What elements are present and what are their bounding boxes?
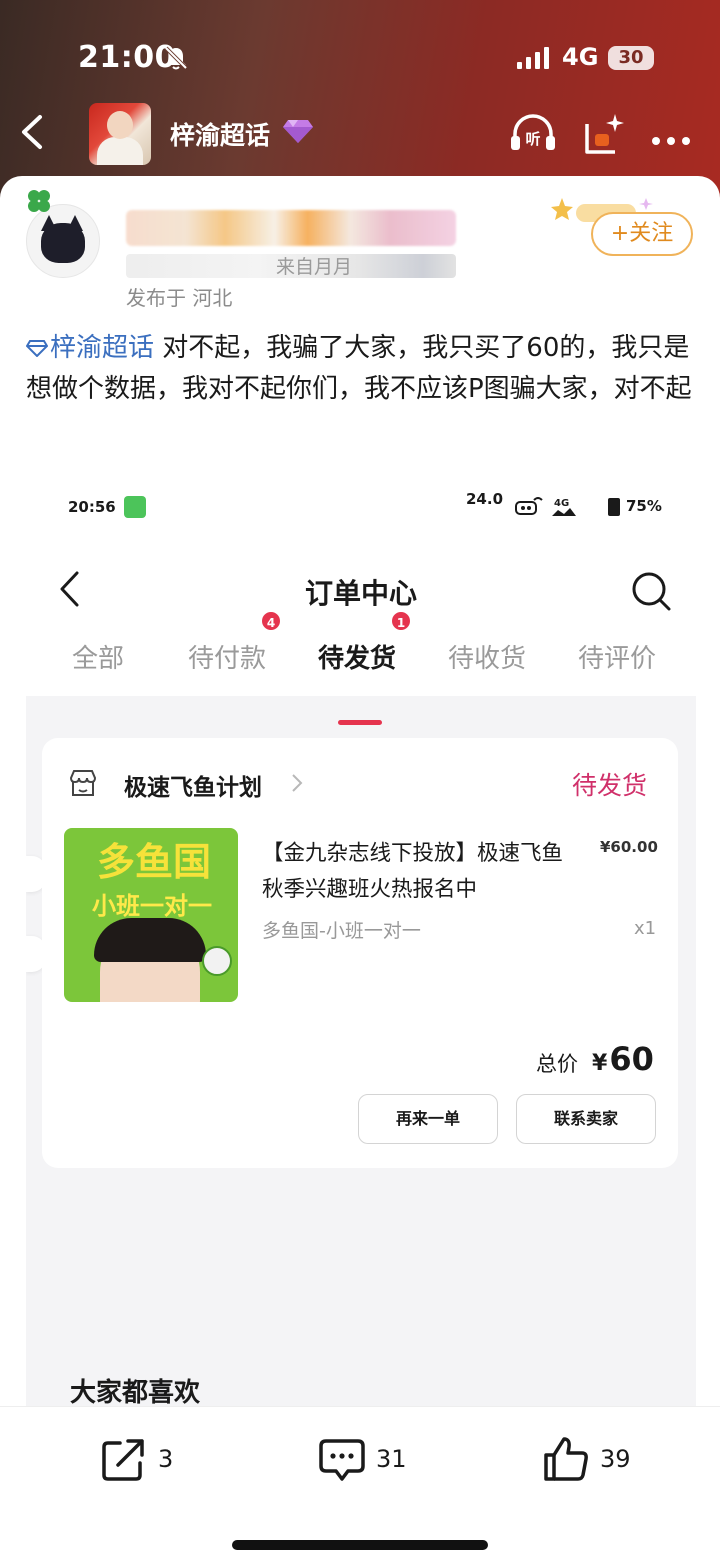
svg-text:4G: 4G (554, 498, 569, 509)
screenshot-title: 订单中心 (304, 577, 417, 610)
product-price: ¥60.00 (600, 838, 658, 856)
screenshot-status-time: 20:56 (68, 498, 116, 516)
listen-icon[interactable]: 听 (508, 108, 558, 158)
post-body: 梓渝超话 对不起，我骗了大家，我只买了60的，我只是想做个数据，我对不起你们，我… (26, 328, 696, 410)
share-count: 3 (158, 1445, 174, 1473)
recommend-title: 大家都喜欢 (70, 1378, 201, 1406)
diamond-outline-icon (26, 340, 48, 357)
screenshot-status-icons: 4G (515, 497, 576, 516)
order-status: 待发货 (572, 771, 648, 800)
total-amount: 60 (609, 1040, 654, 1078)
diamond-badge-icon (283, 120, 313, 143)
comment-icon (319, 1439, 365, 1481)
comment-button[interactable]: 31 (318, 1435, 428, 1485)
like-count: 39 (600, 1445, 631, 1473)
tab-pending-review: 待评价 (578, 644, 657, 674)
chevron-right-icon (292, 774, 303, 792)
header-background: 21:00 4G 30 梓渝超话 听 (0, 0, 720, 200)
like-button[interactable]: 39 (542, 1435, 652, 1485)
tab-all: 全部 (72, 644, 125, 674)
post-card: 来自月月 发布于 河北 +关注 梓渝超话 对不起，我骗了大家，我只买了60的，我… (0, 176, 720, 1565)
topic-link[interactable]: 梓渝超话 (26, 333, 154, 363)
screenshot-netspeed: 24.0 (466, 490, 504, 508)
tab-active-underline (338, 720, 382, 725)
product-quantity: x1 (634, 918, 657, 939)
sticker-icon (202, 946, 232, 976)
home-indicator[interactable] (232, 1540, 488, 1550)
product-title: 【金九杂志线下投放】极速飞鱼秋季兴趣班火热报名中 (262, 841, 564, 902)
product-image-subtitle: 小班一对一 (92, 892, 212, 920)
status-bar: 21:00 4G 30 (0, 38, 720, 82)
svg-text:听: 听 (525, 130, 540, 148)
author-name-blurred (126, 210, 456, 246)
total-label: 总价 (536, 1052, 578, 1076)
share-icon (102, 1439, 144, 1481)
screenshot-tabs: 全部 待付款 4 待发货 1 待收货 待评价 (26, 610, 696, 690)
app-chip-icon (124, 496, 146, 518)
embedded-screenshot: 20:56 24.0 4G 75% 订单中心 全部 待付款 4 待发货 1 待收… (26, 476, 696, 1406)
ai-sparkle-icon[interactable] (583, 112, 627, 156)
topic-link-label[interactable]: 梓渝超话 (50, 333, 154, 363)
screenshot-battery-percent: 75% (626, 497, 662, 515)
total-currency: ¥ (592, 1051, 608, 1076)
post-location: 发布于 河北 (126, 286, 233, 310)
contact-seller-button: 联系卖家 (516, 1094, 656, 1144)
total-value: ¥60 (592, 1040, 654, 1078)
post-source: 来自月月 (276, 256, 353, 278)
tab-pending-payment: 待付款 (188, 644, 267, 674)
product-image: 多鱼国 小班一对一 (64, 828, 238, 1002)
back-arrow-icon[interactable] (18, 114, 50, 150)
bell-muted-icon (164, 46, 188, 70)
topic-avatar[interactable] (89, 103, 151, 165)
reorder-button: 再来一单 (358, 1094, 498, 1144)
tab-pending-receipt: 待收货 (448, 644, 527, 674)
screenshot-battery-icon (608, 498, 620, 516)
thumbs-up-icon (544, 1437, 588, 1481)
share-button[interactable]: 3 (100, 1435, 200, 1485)
topic-title[interactable]: 梓渝超话 (170, 116, 270, 152)
store-icon (69, 770, 97, 796)
battery-indicator: 30 (608, 46, 654, 70)
store-name: 极速飞鱼计划 (124, 775, 262, 801)
screenshot-search-icon (632, 572, 671, 611)
more-options-icon[interactable] (652, 130, 698, 145)
order-card: 极速飞鱼计划 待发货 多鱼国 小班一对一 【金九杂志线下投放】极速飞鱼秋季兴趣班… (42, 738, 678, 1168)
tab-pending-shipment: 待发货 (318, 644, 397, 674)
tab-badge-pending-shipment: 1 (390, 610, 412, 632)
signal-icon (517, 47, 549, 69)
product-variant: 多鱼国-小班一对一 (262, 920, 421, 942)
nav-bar: 梓渝超话 听 (0, 96, 720, 172)
comment-count: 31 (376, 1445, 407, 1473)
follow-button[interactable]: +关注 (591, 212, 693, 256)
clover-icon (28, 190, 50, 212)
product-image-title: 多鱼国 (96, 840, 211, 884)
tab-badge-pending-payment: 4 (260, 610, 282, 632)
network-label: 4G (562, 43, 599, 71)
